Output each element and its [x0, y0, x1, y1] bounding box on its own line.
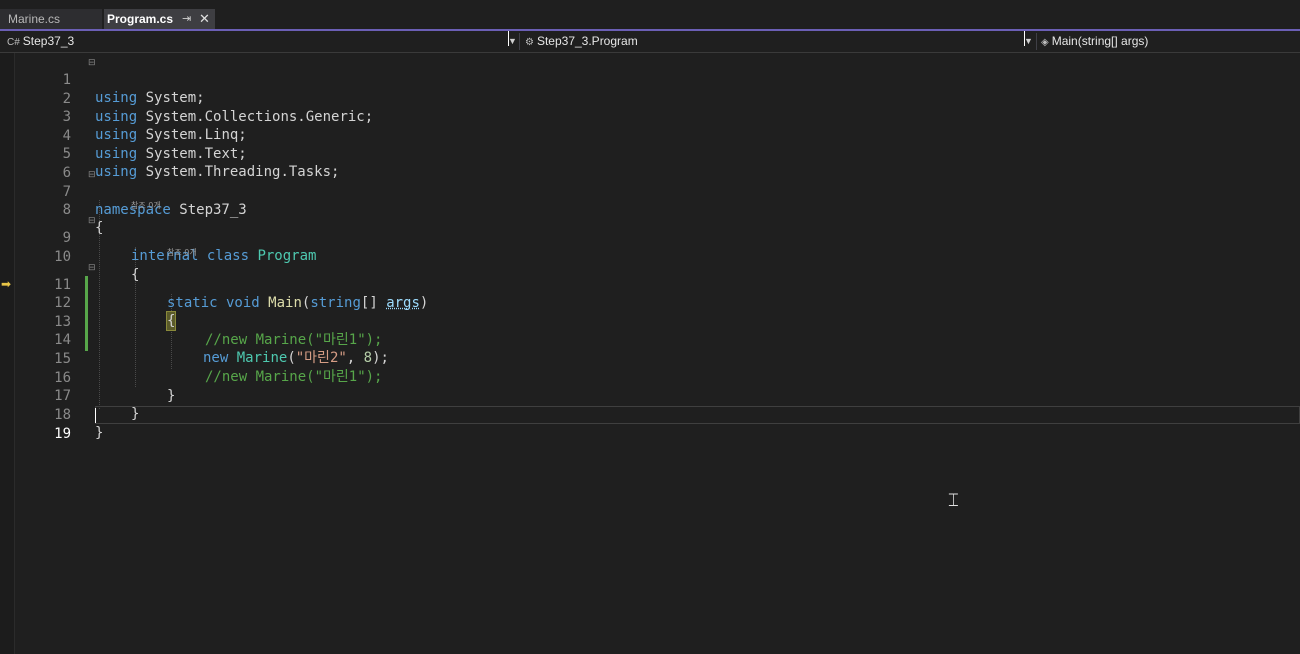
codelens-references[interactable]: 참조 0개	[131, 201, 161, 211]
code-line: 19	[15, 407, 1300, 442]
code-line: 4 using System.Text;	[15, 109, 1300, 162]
pin-icon[interactable]: ⇥	[182, 9, 191, 29]
divider	[1036, 33, 1037, 50]
code-line: 14 new Marine("마린2", 8);	[15, 313, 1300, 366]
code-line: 12 {	[15, 276, 1300, 331]
line-number: 19	[54, 426, 71, 442]
chevron-down-icon[interactable]: ▼	[508, 31, 517, 46]
indicator-margin[interactable]: ➡	[0, 53, 15, 654]
divider	[519, 33, 520, 50]
code-line: 15 //new Marine("마린1");	[15, 332, 1300, 385]
code-line: 5 using System.Threading.Tasks;	[15, 127, 1300, 180]
class-dropdown[interactable]: ⚙ Step37_3.Program ▼	[525, 31, 1033, 52]
code-line: 9 internal class Program	[15, 211, 1300, 264]
code-line: 10 {	[15, 230, 1300, 283]
code-line: 1 using System;	[15, 53, 1300, 106]
code-line: 18 }	[15, 388, 1300, 441]
code-editor[interactable]: ⊟ ⊟ ⊟ ⊟ 1 using System; 2 using System.C…	[15, 53, 1300, 654]
chevron-down-icon[interactable]: ▼	[1024, 31, 1033, 46]
project-dropdown[interactable]: C# Step37_3 ▼	[7, 31, 517, 52]
close-icon[interactable]: ✕	[199, 9, 210, 29]
tab-label: Marine.cs	[8, 12, 61, 26]
text-caret	[95, 408, 96, 423]
code-line: 3 using System.Linq;	[15, 90, 1300, 143]
code-line: 8 {	[15, 183, 1300, 236]
member-label: Main(string[] args)	[1051, 34, 1149, 48]
code-line: 13 //new Marine("마린1");	[15, 295, 1300, 348]
code-line: 7 namespace Step37_3	[15, 165, 1300, 218]
tab-program-cs[interactable]: Program.cs ⇥ ✕	[104, 9, 215, 29]
tab-label: Program.cs	[107, 12, 174, 26]
navigation-bar: C# Step37_3 ▼ ⚙ Step37_3.Program ▼ ◈ Main(s…	[0, 31, 1300, 53]
member-dropdown[interactable]: ◈ Main(string[] args)	[1041, 31, 1296, 52]
code-line: 17 }	[15, 369, 1300, 422]
code-line: 6	[15, 146, 1300, 181]
tab-marine-cs[interactable]: Marine.cs	[0, 9, 102, 29]
code-line: 2 using System.Collections.Generic;	[15, 72, 1300, 125]
method-icon: ◈	[1041, 37, 1049, 48]
class-icon: ⚙	[525, 37, 534, 48]
code-line: 11 static void Main(string[] args)	[15, 258, 1300, 311]
code-line: 16 }	[15, 351, 1300, 404]
csharp-project-icon: C#	[7, 37, 20, 48]
code-token: }	[95, 425, 104, 441]
class-label: Step37_3.Program	[536, 34, 638, 48]
codelens-references[interactable]: 참조 0개	[167, 248, 197, 258]
document-tab-strip: Marine.cs Program.cs ⇥ ✕	[0, 0, 1300, 31]
execution-arrow-icon: ➡	[1, 277, 12, 291]
ibeam-cursor-icon: ⌶	[948, 490, 959, 511]
project-label: Step37_3	[22, 34, 75, 48]
